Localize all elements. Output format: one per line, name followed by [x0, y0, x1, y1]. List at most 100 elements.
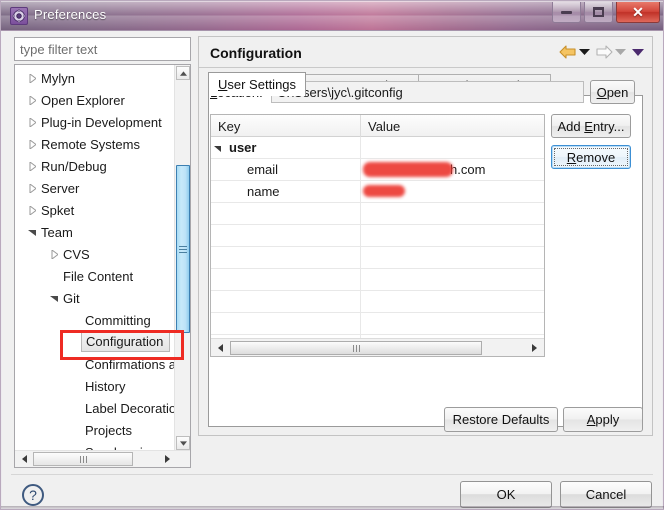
focus-ring — [554, 148, 628, 166]
tree-hscroll-thumb[interactable] — [33, 452, 133, 466]
tree-item-remote-systems[interactable]: Remote Systems — [25, 133, 140, 155]
table-cell-value — [361, 137, 544, 159]
expander-collapsed-icon[interactable] — [25, 133, 39, 155]
open-button[interactable]: Open — [590, 80, 635, 104]
tree-item-mylyn[interactable]: Mylyn — [25, 67, 75, 89]
tree-vscroll-thumb[interactable] — [176, 165, 190, 333]
expander-expanded-icon[interactable] — [47, 287, 61, 309]
back-arrow-icon[interactable] — [559, 45, 577, 59]
scroll-left-icon[interactable] — [213, 341, 227, 355]
panel-menu-chevron-down-icon[interactable] — [632, 48, 644, 57]
filter-input[interactable]: type filter text — [14, 37, 191, 61]
expander-collapsed-icon[interactable] — [25, 67, 39, 89]
location-input[interactable]: C:\Users\jyc\.gitconfig — [271, 81, 584, 103]
expander-collapsed-icon[interactable] — [25, 199, 39, 221]
tree-item-plug-in-development[interactable]: Plug-in Development — [25, 111, 162, 133]
preferences-tree-panel[interactable]: Mylyn Open Explorer Plug-in Development Rem… — [14, 64, 191, 468]
expander-collapsed-icon[interactable] — [47, 243, 61, 265]
restore-icon — [593, 7, 604, 17]
tree-item-label: Committing — [85, 312, 151, 328]
configuration-panel: Configuration User Settings C:\Users\jyc… — [198, 36, 653, 436]
tree-item-committing[interactable]: Committing — [69, 309, 151, 331]
table-cell-value — [361, 269, 544, 291]
table-cell-key — [211, 357, 361, 358]
preferences-gear-icon — [10, 7, 28, 25]
column-header-key[interactable]: Key — [211, 115, 361, 137]
tree-item-label: Spket — [41, 202, 75, 218]
minimize-button[interactable] — [552, 2, 581, 23]
maximize-button[interactable] — [584, 2, 613, 23]
table-key-label: email — [247, 162, 279, 177]
tree-item-team[interactable]: Team — [25, 221, 73, 243]
table-cell-value — [361, 247, 544, 269]
table-cell-key — [211, 224, 361, 247]
config-table[interactable]: Key Value user email h.com name — [210, 114, 545, 357]
scroll-right-icon[interactable] — [527, 341, 541, 355]
tree-item-label: Plug-in Development — [41, 114, 162, 130]
table-row-empty[interactable] — [211, 312, 544, 335]
expander-collapsed-icon[interactable] — [25, 111, 39, 133]
expander-collapsed-icon[interactable] — [25, 177, 39, 199]
scroll-right-icon[interactable] — [160, 452, 174, 466]
table-cell-value — [361, 225, 544, 247]
tree-item-label: Label Decoratio — [85, 400, 175, 416]
tree-item-confirmations-a[interactable]: Confirmations a — [69, 353, 175, 375]
table-key-label: user — [229, 140, 257, 155]
tree-item-server[interactable]: Server — [25, 177, 79, 199]
table-cell-key: email — [211, 158, 361, 181]
ok-button[interactable]: OK — [460, 481, 552, 508]
table-row-empty[interactable] — [211, 290, 544, 313]
tree-item-label: File Content — [63, 268, 134, 284]
back-dropdown-chevron-down-icon[interactable] — [579, 48, 590, 56]
expander-expanded-icon[interactable] — [211, 137, 225, 159]
tab-user-settings[interactable]: User Settings — [208, 72, 307, 96]
tree-horizontal-scrollbar[interactable] — [15, 450, 190, 467]
remove-button[interactable]: Remove — [551, 145, 631, 169]
tree-vertical-scrollbar[interactable] — [174, 65, 190, 451]
title-bar[interactable]: Preferences ✕ — [1, 1, 663, 31]
table-row-empty[interactable] — [211, 202, 544, 225]
table-row-empty[interactable] — [211, 246, 544, 269]
tree-item-run-debug[interactable]: Run/Debug — [25, 155, 107, 177]
restore-defaults-label: Restore Defaults — [452, 412, 550, 427]
table-row[interactable]: name — [211, 180, 544, 203]
tree-item-configuration[interactable]: Configuration — [69, 331, 171, 353]
tree-item-label: Team — [41, 224, 73, 240]
apply-button[interactable]: Apply — [563, 407, 643, 432]
add-entry-button[interactable]: Add Entry... — [551, 114, 631, 138]
table-row-empty[interactable] — [211, 268, 544, 291]
restore-defaults-button[interactable]: Restore Defaults — [444, 407, 558, 432]
help-icon[interactable]: ? — [22, 484, 44, 506]
preferences-window: Preferences ✕ type filter text Mylyn Open… — [0, 0, 664, 510]
tree-item-file-content[interactable]: File Content — [47, 265, 133, 287]
tree-item-spacer — [69, 309, 83, 331]
table-row[interactable]: email h.com — [211, 158, 544, 181]
cancel-button[interactable]: Cancel — [560, 481, 652, 508]
close-button[interactable]: ✕ — [616, 2, 660, 23]
window-title: Preferences — [34, 7, 107, 22]
scroll-down-icon[interactable] — [176, 436, 190, 450]
panel-nav-toolbar — [559, 45, 644, 59]
tree-item-history[interactable]: History — [69, 375, 125, 397]
expander-expanded-icon[interactable] — [25, 221, 39, 243]
table-key-label: name — [247, 184, 280, 199]
table-row-empty[interactable] — [211, 224, 544, 247]
table-row[interactable]: user — [211, 136, 544, 159]
tree-item-spket[interactable]: Spket — [25, 199, 74, 221]
tree-item-cvs[interactable]: CVS — [47, 243, 90, 265]
tree-item-label: History — [85, 378, 126, 394]
expander-collapsed-icon[interactable] — [25, 89, 39, 111]
tree-item-label-decoratio[interactable]: Label Decoratio — [69, 397, 175, 419]
table-hscroll-thumb[interactable] — [230, 341, 482, 355]
table-horizontal-scrollbar[interactable] — [211, 338, 544, 356]
expander-collapsed-icon[interactable] — [25, 155, 39, 177]
table-value-label: h.com — [450, 162, 486, 177]
table-cell-key — [211, 312, 361, 335]
scroll-up-icon[interactable] — [176, 66, 190, 80]
scroll-left-icon[interactable] — [17, 452, 31, 466]
tree-item-projects[interactable]: Projects — [69, 419, 132, 441]
column-header-value[interactable]: Value — [361, 115, 544, 137]
tree-item-git[interactable]: Git — [47, 287, 80, 309]
tree-item-open-explorer[interactable]: Open Explorer — [25, 89, 125, 111]
tree-item-label: Configuration — [81, 332, 171, 352]
